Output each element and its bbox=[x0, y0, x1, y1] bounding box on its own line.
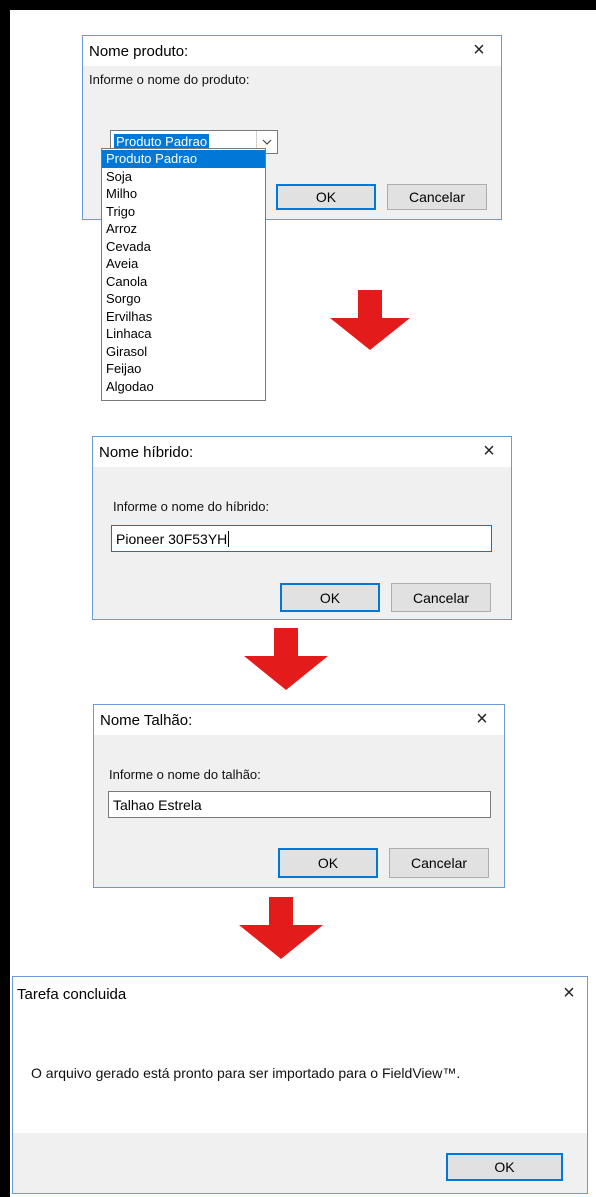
dropdown-option[interactable]: Canola bbox=[102, 273, 265, 291]
cancel-button[interactable]: Cancelar bbox=[389, 848, 489, 878]
dialog-title: Nome híbrido: bbox=[99, 443, 194, 461]
dropdown-option[interactable]: Algodao bbox=[102, 378, 265, 396]
dialog-nome-talhao: Nome Talhão: × Informe o nome do talhão:… bbox=[93, 704, 505, 888]
dialog-tarefa-concluida: Tarefa concluida × O arquivo gerado está… bbox=[12, 976, 588, 1194]
arrow-down-icon bbox=[244, 628, 328, 690]
dialog-title: Nome produto: bbox=[89, 42, 189, 60]
talhao-name-input[interactable]: Talhao Estrela bbox=[108, 791, 491, 818]
dropdown-option[interactable]: Girasol bbox=[102, 343, 265, 361]
dialog-titlebar: Nome híbrido: bbox=[93, 437, 511, 467]
input-value: Pioneer 30F53YH bbox=[116, 530, 228, 547]
dropdown-option[interactable]: Milho bbox=[102, 185, 265, 203]
product-dropdown-list[interactable]: Produto Padrao Soja Milho Trigo Arroz Cevada A… bbox=[101, 148, 266, 401]
input-value: Talhao Estrela bbox=[113, 796, 202, 813]
close-icon[interactable]: × bbox=[559, 983, 579, 1003]
ok-button[interactable]: OK bbox=[276, 184, 376, 210]
dropdown-option[interactable]: Trigo bbox=[102, 203, 265, 221]
dropdown-option[interactable]: Produto Padrao bbox=[102, 150, 265, 168]
dropdown-option[interactable]: Ervilhas bbox=[102, 308, 265, 326]
ok-button[interactable]: OK bbox=[278, 848, 378, 878]
close-icon[interactable]: × bbox=[479, 441, 499, 461]
close-icon[interactable]: × bbox=[472, 709, 492, 729]
message-area: O arquivo gerado está pronto para ser im… bbox=[13, 1011, 587, 1133]
dropdown-option[interactable]: Sorgo bbox=[102, 290, 265, 308]
hybrid-name-input[interactable]: Pioneer 30F53YH bbox=[111, 525, 492, 552]
ok-button[interactable]: OK bbox=[280, 583, 380, 612]
cancel-button[interactable]: Cancelar bbox=[391, 583, 491, 612]
prompt-label: Informe o nome do produto: bbox=[89, 72, 250, 87]
dialog-titlebar: Nome produto: bbox=[83, 36, 501, 66]
dropdown-option[interactable]: Soja bbox=[102, 168, 265, 186]
close-icon[interactable]: × bbox=[469, 40, 489, 60]
arrow-down-icon bbox=[239, 897, 323, 959]
dialog-titlebar: Tarefa concluida bbox=[13, 977, 587, 1011]
dialog-title: Tarefa concluida bbox=[17, 985, 127, 1003]
arrow-down-icon bbox=[330, 290, 410, 350]
dropdown-option[interactable]: Feijao bbox=[102, 360, 265, 378]
dropdown-option[interactable]: Aveia bbox=[102, 255, 265, 273]
dialog-title: Nome Talhão: bbox=[100, 711, 193, 729]
ok-button[interactable]: OK bbox=[446, 1153, 563, 1181]
text-caret bbox=[228, 530, 230, 547]
screenshot-frame: Nome produto: × Informe o nome do produt… bbox=[10, 10, 596, 1197]
cancel-button[interactable]: Cancelar bbox=[387, 184, 487, 210]
prompt-label: Informe o nome do híbrido: bbox=[113, 499, 270, 514]
dropdown-option[interactable]: Cevada bbox=[102, 238, 265, 256]
message-text: O arquivo gerado está pronto para ser im… bbox=[31, 1065, 461, 1081]
dialog-titlebar: Nome Talhão: bbox=[94, 705, 504, 735]
prompt-label: Informe o nome do talhão: bbox=[109, 767, 261, 782]
dropdown-option[interactable]: Linhaca bbox=[102, 325, 265, 343]
dialog-nome-hibrido: Nome híbrido: × Informe o nome do híbrid… bbox=[92, 436, 512, 620]
dropdown-option[interactable]: Arroz bbox=[102, 220, 265, 238]
